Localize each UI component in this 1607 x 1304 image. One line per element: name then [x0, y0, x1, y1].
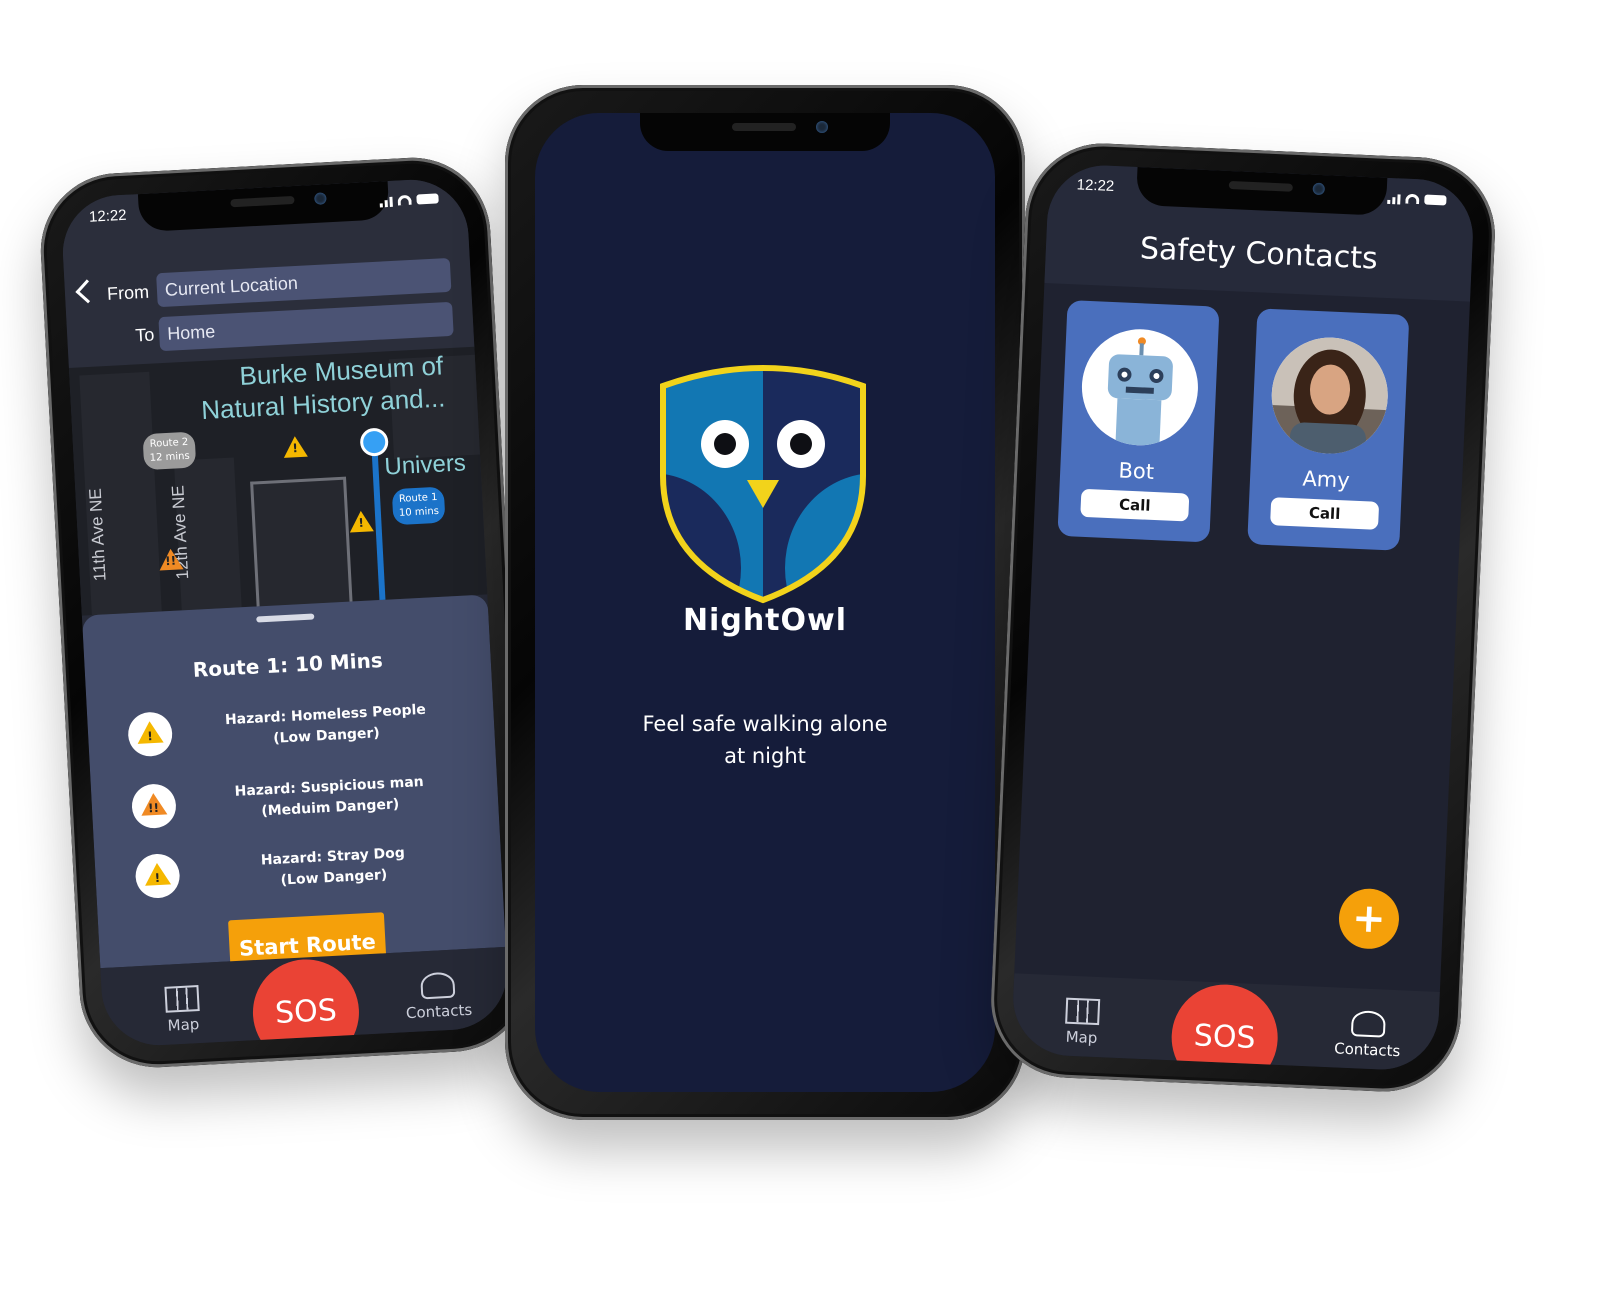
contact-card-bot[interactable]: Bot Call: [1057, 300, 1220, 543]
hazard-marker-icon[interactable]: !: [348, 510, 374, 533]
hazard-row[interactable]: ! Hazard: Stray Dog (Low Danger): [134, 838, 473, 916]
phone-contacts-screen: 12:22 Safety Contacts Bot Call Amy Call …: [987, 140, 1499, 1095]
notch: [640, 113, 890, 151]
tagline: Feel safe walking alone at night: [625, 708, 905, 772]
hazard-text: Hazard: Suspicious man (Meduim Danger): [191, 770, 469, 826]
tab-map[interactable]: Map: [1031, 996, 1133, 1048]
route-1-bubble[interactable]: Route 1 10 mins: [391, 486, 446, 526]
phone-splash-screen: NightOwl Feel safe walking alone at nigh…: [505, 85, 1025, 1120]
hazard-marker-icon[interactable]: !: [282, 435, 308, 458]
tab-contacts-label: Contacts: [1333, 1039, 1401, 1061]
tab-contacts[interactable]: Contacts: [1317, 1009, 1419, 1061]
sos-button[interactable]: SOS: [250, 956, 362, 1049]
photo-avatar: [1269, 335, 1391, 457]
call-button[interactable]: Call: [1080, 488, 1190, 522]
add-contact-button[interactable]: +: [1337, 887, 1401, 951]
hazard-row[interactable]: !! Hazard: Suspicious man (Meduim Danger…: [130, 768, 470, 846]
map-univ-label: Univers: [383, 449, 467, 481]
map-icon: [164, 985, 200, 1013]
wifi-icon: [397, 194, 412, 206]
page-title: Safety Contacts: [1139, 231, 1379, 277]
hazard-row[interactable]: ! Hazard: Homeless People (Low Danger): [127, 696, 466, 774]
to-label: To: [134, 324, 155, 346]
contacts-icon: [1350, 1010, 1386, 1038]
status-time: 12:22: [1076, 176, 1115, 195]
route-title: Route 1: 10 Mins: [192, 647, 384, 682]
battery-icon: [1424, 194, 1447, 206]
hazard-text: Hazard: Homeless People (Low Danger): [187, 698, 465, 754]
from-label: From: [106, 281, 150, 304]
tagline-line-1: Feel safe walking alone: [642, 712, 888, 736]
contact-name: Bot: [1118, 458, 1155, 484]
route-1-time: 10 mins: [398, 505, 440, 519]
map-view[interactable]: Burke Museum of Natural History and... U…: [68, 344, 488, 616]
map-screen: 12:22 From Current Location To Home Burk…: [60, 176, 510, 1049]
sheet-handle[interactable]: [256, 613, 315, 623]
sos-button[interactable]: SOS: [1169, 982, 1280, 1072]
wifi-icon: [1405, 193, 1420, 205]
route-2-time: 12 mins: [149, 450, 190, 464]
hazard-marker-icon[interactable]: !!: [158, 548, 184, 571]
double-warning-icon: !!: [130, 783, 178, 830]
contact-card-amy[interactable]: Amy Call: [1247, 308, 1410, 551]
route-2-bubble[interactable]: Route 2 12 mins: [142, 431, 197, 471]
call-button[interactable]: Call: [1270, 497, 1380, 530]
warning-icon: !: [127, 711, 174, 758]
to-input[interactable]: Home: [158, 301, 454, 352]
tab-map-label: Map: [167, 1015, 200, 1035]
app-name: NightOwl: [682, 603, 848, 638]
phone-map-screen: 12:22 From Current Location To Home Burk…: [36, 153, 534, 1072]
battery-icon: [416, 193, 439, 205]
contacts-screen: 12:22 Safety Contacts Bot Call Amy Call …: [1010, 163, 1476, 1072]
status-time: 12:22: [88, 206, 127, 226]
tab-bar: Map SOS Contacts: [1010, 973, 1440, 1072]
signal-icon: [379, 195, 393, 208]
tab-contacts[interactable]: Contacts: [387, 970, 489, 1023]
tab-map-label: Map: [1065, 1027, 1098, 1048]
from-input[interactable]: Current Location: [156, 257, 452, 308]
tagline-line-2: at night: [724, 744, 806, 768]
map-icon: [1065, 997, 1101, 1026]
signal-icon: [1387, 192, 1401, 205]
contact-name: Amy: [1301, 466, 1351, 493]
splash-screen: NightOwl Feel safe walking alone at nigh…: [535, 113, 995, 1092]
warning-icon: !: [134, 852, 181, 900]
contacts-icon: [420, 971, 456, 1000]
current-location-marker: [359, 427, 389, 457]
tab-contacts-label: Contacts: [405, 1000, 473, 1023]
nightowl-logo-icon: [660, 365, 866, 604]
tab-map[interactable]: Map: [131, 983, 233, 1036]
robot-avatar: [1079, 326, 1201, 448]
back-icon[interactable]: [75, 279, 100, 304]
route-sheet: Route 1: 10 Mins ! Hazard: Homeless Peop…: [81, 594, 506, 979]
hazard-text: Hazard: Stray Dog (Low Danger): [195, 840, 473, 896]
